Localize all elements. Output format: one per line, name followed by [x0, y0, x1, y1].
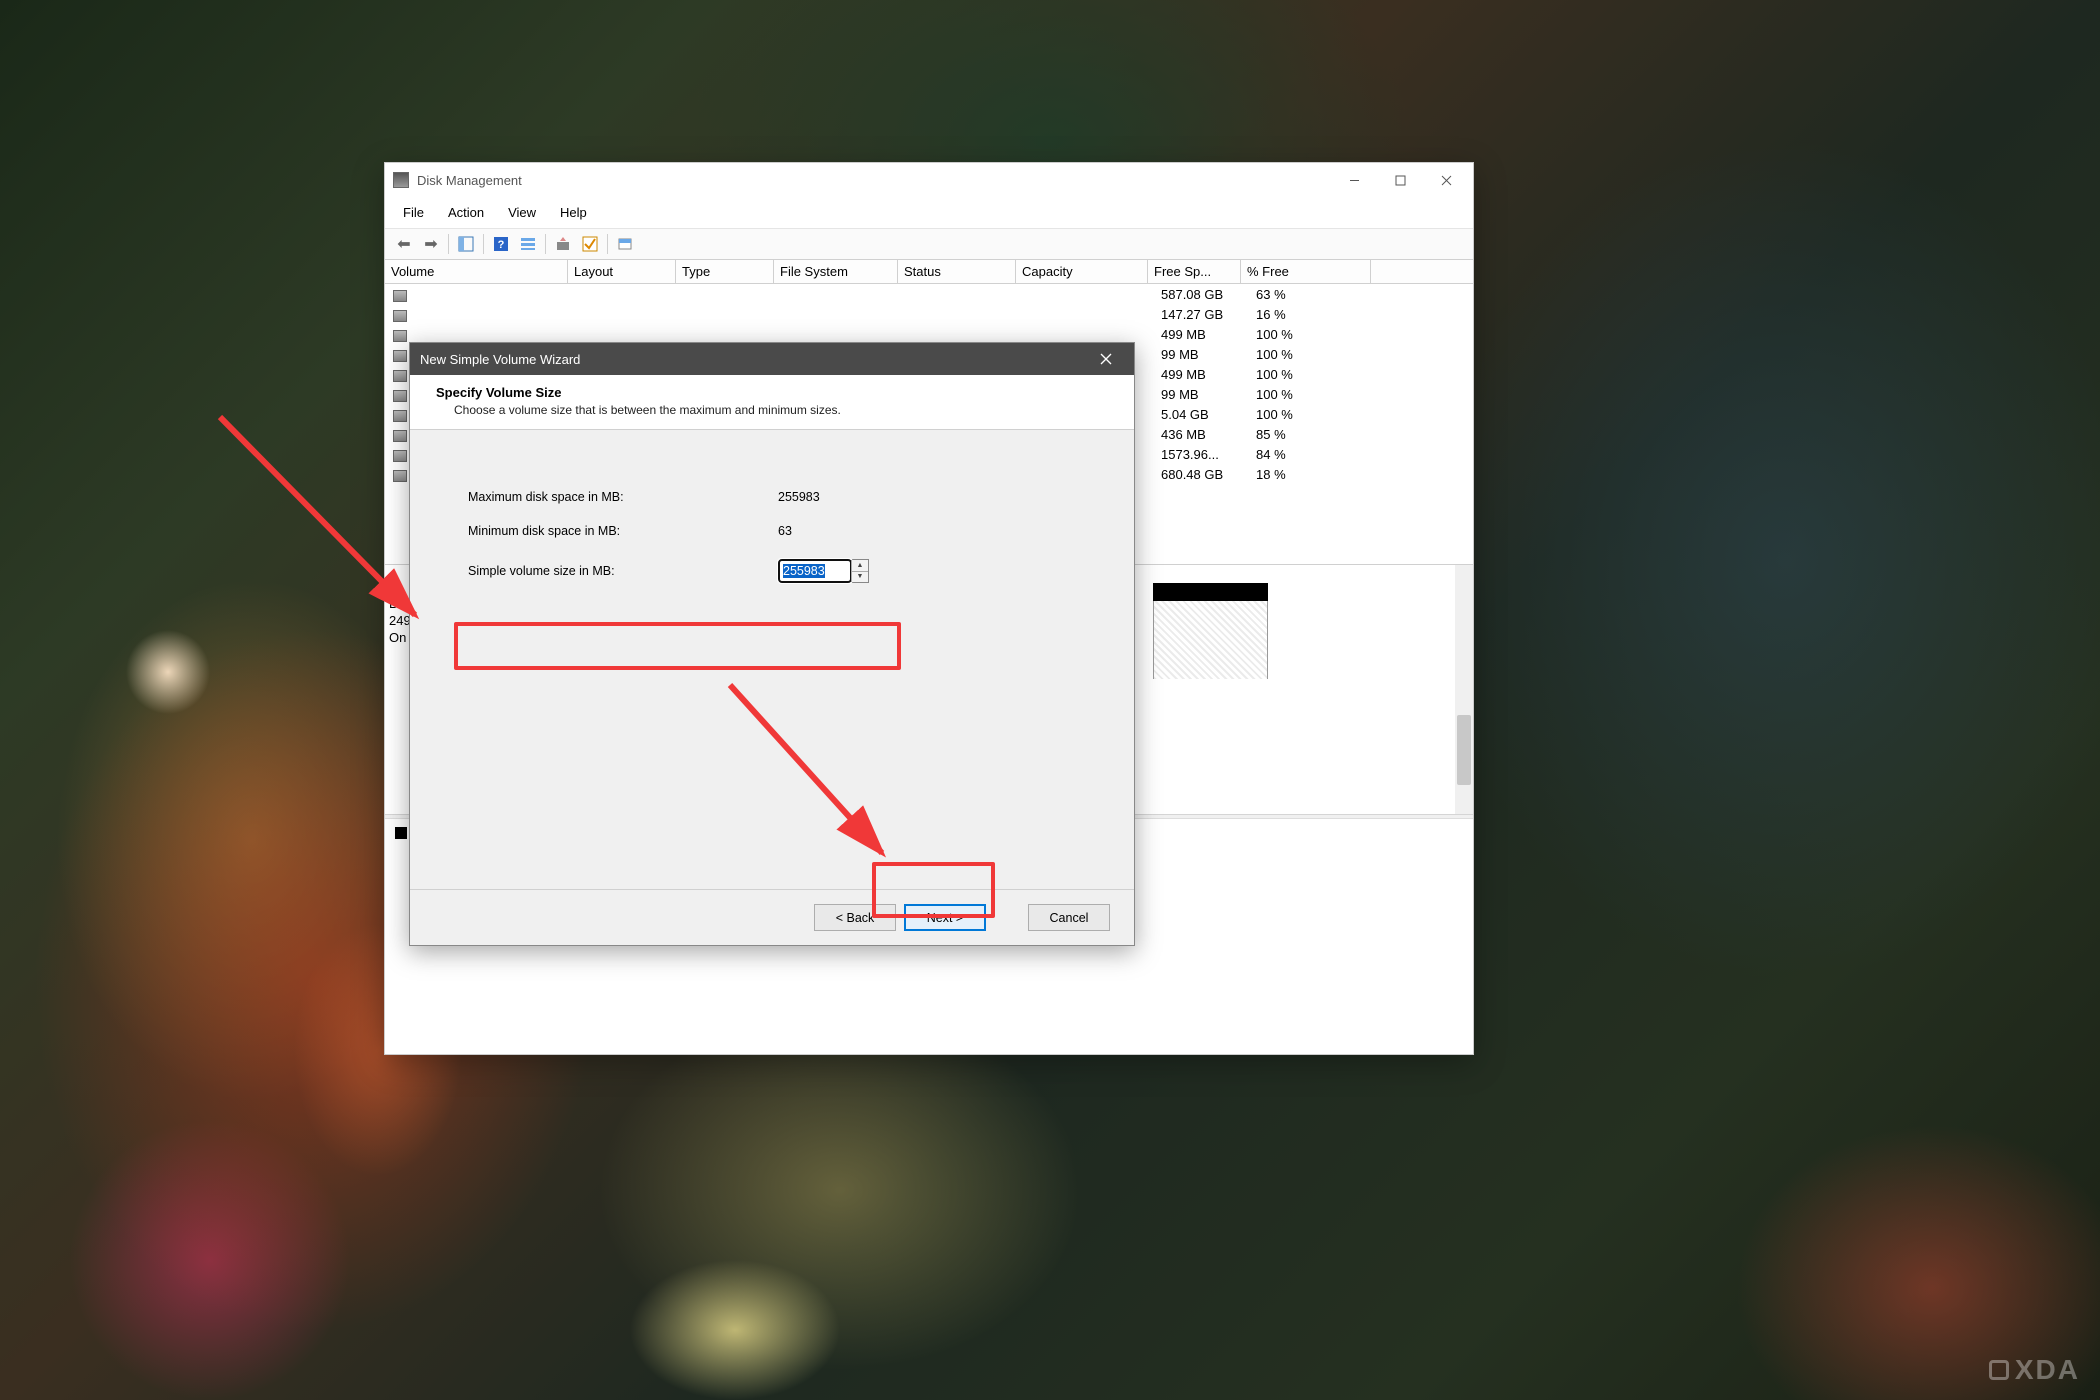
cell-pct: 16 %: [1252, 307, 1342, 322]
wizard-titlebar: New Simple Volume Wizard: [410, 343, 1134, 375]
menu-file[interactable]: File: [391, 201, 436, 224]
toolbar-view-icon[interactable]: [453, 232, 479, 256]
disk-icon: [393, 390, 407, 402]
wizard-header: Specify Volume Size Choose a volume size…: [410, 375, 1134, 430]
cell-pct: 100 %: [1252, 327, 1342, 342]
wizard-body: Maximum disk space in MB: 255983 Minimum…: [410, 430, 1134, 889]
volume-size-input[interactable]: [779, 560, 851, 582]
titlebar: Disk Management: [385, 163, 1473, 197]
app-icon: [393, 172, 409, 188]
spinner-up-button[interactable]: ▲: [852, 560, 868, 572]
cell-pct: 63 %: [1252, 287, 1342, 302]
cell-pct: 100 %: [1252, 347, 1342, 362]
cell-pct: 18 %: [1252, 467, 1342, 482]
wizard-header-title: Specify Volume Size: [436, 385, 1116, 400]
cell-free: 1573.96...: [1157, 447, 1252, 462]
cell-pct: 100 %: [1252, 367, 1342, 382]
help-icon[interactable]: ?: [488, 232, 514, 256]
window-title: Disk Management: [417, 173, 1331, 188]
disk-icon: [393, 330, 407, 342]
wizard-header-subtitle: Choose a volume size that is between the…: [436, 403, 1116, 417]
disk-icon: [393, 450, 407, 462]
disk-icon: [393, 350, 407, 362]
cell-pct: 100 %: [1252, 407, 1342, 422]
cell-free: 5.04 GB: [1157, 407, 1252, 422]
col-capacity[interactable]: Capacity: [1016, 260, 1148, 283]
cell-free: 99 MB: [1157, 347, 1252, 362]
spinner-down-button[interactable]: ▼: [852, 572, 868, 583]
column-headers: Volume Layout Type File System Status Ca…: [385, 260, 1473, 284]
cell-free: 680.48 GB: [1157, 467, 1252, 482]
cell-free: 147.27 GB: [1157, 307, 1252, 322]
volume-size-spinner: ▲ ▼: [778, 559, 869, 583]
disk-icon: [393, 290, 407, 302]
menu-help[interactable]: Help: [548, 201, 599, 224]
menubar: File Action View Help: [385, 197, 1473, 228]
wizard-footer: < Back Next > Cancel: [410, 890, 1134, 945]
disk-partition-graphic[interactable]: [1153, 583, 1268, 691]
max-space-label: Maximum disk space in MB:: [468, 490, 778, 504]
cell-free: 499 MB: [1157, 367, 1252, 382]
maximize-button[interactable]: [1377, 165, 1423, 195]
volume-size-label: Simple volume size in MB:: [468, 564, 778, 578]
min-space-label: Minimum disk space in MB:: [468, 524, 778, 538]
xda-watermark: XDA: [1989, 1354, 2080, 1386]
col-volume[interactable]: Volume: [385, 260, 568, 283]
cell-free: 99 MB: [1157, 387, 1252, 402]
min-space-value: 63: [778, 524, 792, 538]
menu-view[interactable]: View: [496, 201, 548, 224]
wizard-close-button[interactable]: [1088, 353, 1124, 365]
col-pct[interactable]: % Free: [1241, 260, 1371, 283]
close-button[interactable]: [1423, 165, 1469, 195]
disk-icon: [393, 470, 407, 482]
legend-swatch-unallocated: [395, 827, 407, 839]
next-button[interactable]: Next >: [904, 904, 986, 931]
disk-icon: [393, 410, 407, 422]
cancel-button[interactable]: Cancel: [1028, 904, 1110, 931]
disk-icon: [393, 370, 407, 382]
watermark-icon: [1989, 1360, 2009, 1380]
watermark-text: XDA: [2015, 1354, 2080, 1386]
menu-action[interactable]: Action: [436, 201, 496, 224]
max-space-value: 255983: [778, 490, 820, 504]
cell-pct: 84 %: [1252, 447, 1342, 462]
col-layout[interactable]: Layout: [568, 260, 676, 283]
toolbar: ⬅ ➡ ?: [385, 228, 1473, 260]
toolbar-action-icon[interactable]: [550, 232, 576, 256]
col-status[interactable]: Status: [898, 260, 1016, 283]
disk-icon: [393, 430, 407, 442]
forward-button[interactable]: ➡: [418, 232, 444, 256]
checkmark-icon[interactable]: [577, 232, 603, 256]
disk-icon: [393, 310, 407, 322]
back-button[interactable]: ⬅: [391, 232, 417, 256]
cell-free: 587.08 GB: [1157, 287, 1252, 302]
toolbar-list-icon[interactable]: [515, 232, 541, 256]
svg-text:?: ?: [498, 239, 505, 251]
cell-free: 436 MB: [1157, 427, 1252, 442]
cell-free: 499 MB: [1157, 327, 1252, 342]
col-type[interactable]: Type: [676, 260, 774, 283]
toolbar-chart-icon[interactable]: [612, 232, 638, 256]
minimize-button[interactable]: [1331, 165, 1377, 195]
cell-pct: 100 %: [1252, 387, 1342, 402]
vertical-scrollbar[interactable]: [1455, 565, 1473, 814]
new-simple-volume-wizard: New Simple Volume Wizard Specify Volume …: [409, 342, 1135, 946]
cell-pct: 85 %: [1252, 427, 1342, 442]
col-free[interactable]: Free Sp...: [1148, 260, 1241, 283]
wizard-title: New Simple Volume Wizard: [420, 352, 1088, 367]
col-filesystem[interactable]: File System: [774, 260, 898, 283]
back-button[interactable]: < Back: [814, 904, 896, 931]
